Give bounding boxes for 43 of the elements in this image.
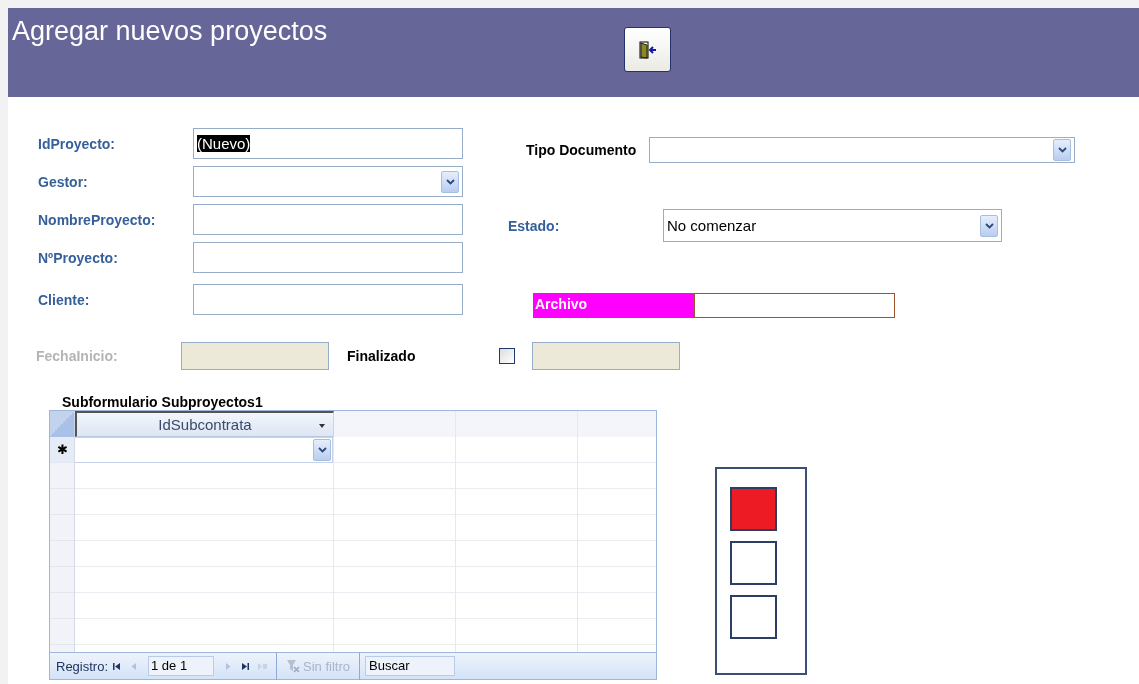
- dropdown-button[interactable]: [441, 170, 459, 193]
- text-field[interactable]: [193, 284, 463, 315]
- dropdown-button[interactable]: [313, 439, 331, 461]
- first-record-icon: [112, 661, 122, 671]
- date-field[interactable]: [532, 342, 680, 370]
- field-label: Archivo: [533, 293, 694, 318]
- door-arrow-icon: [638, 40, 657, 59]
- field-label: Estado:: [508, 217, 561, 234]
- exit-button[interactable]: [624, 27, 671, 72]
- search-field[interactable]: Buscar: [365, 656, 455, 676]
- text-field[interactable]: [193, 242, 463, 273]
- checkbox[interactable]: [499, 348, 515, 364]
- text-field[interactable]: (Nuevo): [193, 128, 463, 159]
- field-label: FechaInicio:: [36, 348, 119, 364]
- form-title: Agregar nuevos proyectos: [11, 15, 329, 47]
- field-value: No comenzar: [667, 217, 757, 234]
- field-value: (Nuevo): [197, 135, 251, 152]
- checkbox-label: Finalizado: [347, 348, 417, 364]
- subform-title: Subformulario Subproyectos1: [62, 394, 264, 410]
- dropdown-button[interactable]: [980, 214, 998, 237]
- chevron-down-icon: [984, 222, 994, 229]
- previous-record-icon: [129, 661, 139, 671]
- chevron-down-icon: [445, 178, 455, 185]
- last-record-icon: [241, 661, 251, 671]
- field-label: NºProyecto:: [38, 249, 119, 266]
- navigation-label: Registro:: [56, 658, 109, 674]
- filter-icon: [286, 659, 301, 673]
- field-label: NombreProyecto:: [38, 211, 157, 228]
- chevron-down-icon: [317, 447, 327, 453]
- text-field[interactable]: [694, 293, 895, 318]
- record-position-field[interactable]: 1 de 1: [148, 656, 215, 676]
- dropdown-button[interactable]: [1053, 139, 1072, 161]
- field-label: IdProyecto:: [38, 135, 116, 152]
- field-label: Tipo Documento: [526, 142, 637, 158]
- field-label: Cliente:: [38, 291, 91, 308]
- text-field[interactable]: [193, 204, 463, 235]
- new-record-icon: [258, 661, 268, 671]
- select-all-corner[interactable]: [50, 411, 75, 437]
- new-record-marker: ✱: [50, 437, 74, 462]
- column-header[interactable]: IdSubcontrata: [75, 411, 334, 437]
- chevron-down-icon: [1057, 147, 1067, 153]
- combo-box[interactable]: No comenzar: [663, 209, 1002, 242]
- field-label: Gestor:: [38, 173, 89, 190]
